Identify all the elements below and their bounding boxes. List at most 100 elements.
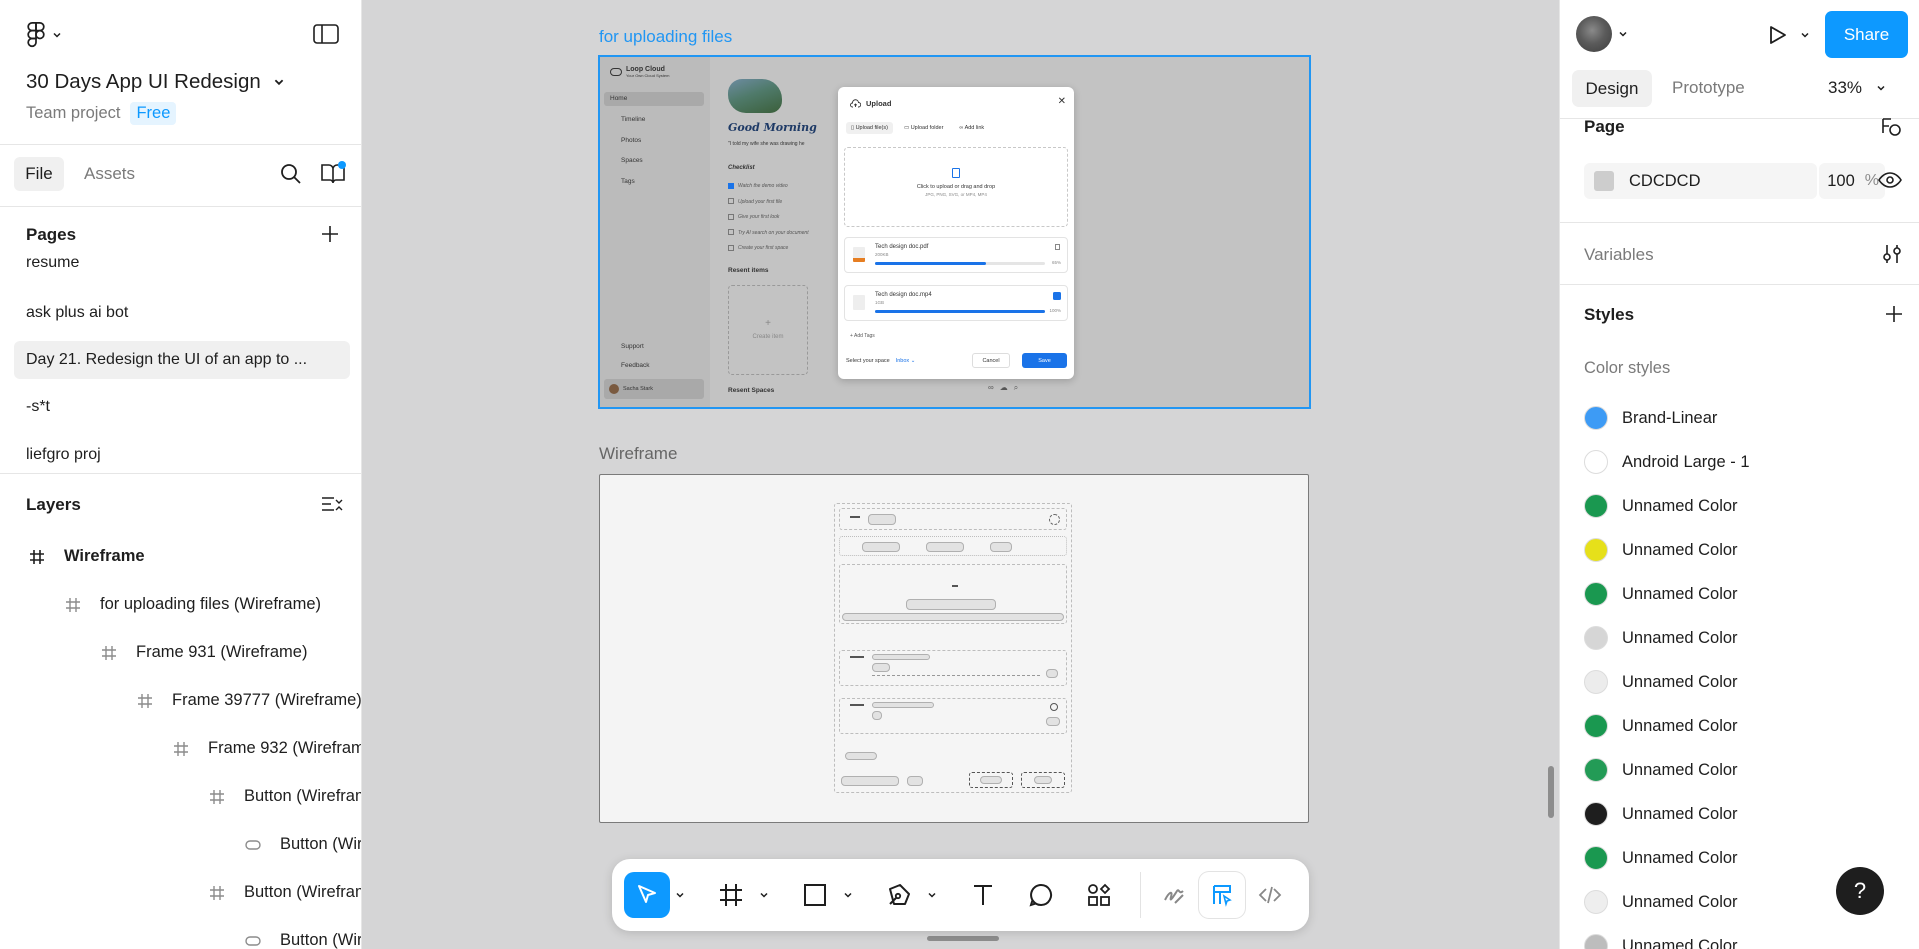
upload-frame[interactable]: Loop Cloud Your Own Cloud System Home Ti… — [598, 55, 1311, 409]
pen-tool-menu[interactable] — [922, 872, 942, 918]
divider — [0, 473, 361, 474]
layer-item[interactable]: for uploading files (Wireframe) — [64, 595, 321, 614]
canvas[interactable]: for uploading files Loop Cloud Your Own … — [362, 0, 1559, 949]
present-menu[interactable] — [1800, 30, 1810, 40]
library-button[interactable] — [320, 161, 346, 185]
color-style-item[interactable]: Brand-Linear — [1584, 406, 1717, 430]
page-item[interactable]: resume — [26, 254, 79, 272]
user-menu-button[interactable] — [1576, 16, 1628, 52]
frame-icon — [172, 740, 190, 758]
layer-item[interactable]: Frame 39777 (Wireframe) — [136, 691, 361, 710]
checkbox-checked-icon — [1053, 292, 1061, 300]
search-icon: ⌕ — [1013, 383, 1019, 392]
layer-item[interactable]: Frame 931 (Wireframe) — [100, 643, 307, 662]
layer-label: Button (Wireframe) — [244, 883, 361, 901]
color-style-item[interactable]: Unnamed Color — [1584, 538, 1738, 562]
add-page-button[interactable] — [320, 224, 340, 244]
frame-tool-button[interactable] — [708, 872, 754, 918]
design-mode-button[interactable] — [1199, 872, 1245, 918]
page-settings-button[interactable] — [1880, 117, 1902, 137]
horizontal-scrollbar[interactable] — [927, 936, 999, 941]
color-style-item[interactable]: Unnamed Color — [1584, 890, 1738, 914]
collapse-layers-button[interactable] — [321, 496, 343, 514]
text-tool-button[interactable] — [960, 872, 1006, 918]
help-label: ? — [1853, 878, 1867, 903]
progress-percent: 65% — [1051, 260, 1061, 265]
layer-item[interactable]: Frame 932 (Wireframe) — [172, 739, 361, 758]
page-color-value: CDCDCD — [1629, 171, 1701, 190]
variables-title[interactable]: Variables — [1584, 245, 1654, 265]
tab-prototype[interactable]: Prototype — [1672, 78, 1745, 98]
shape-tool-menu[interactable] — [838, 872, 858, 918]
color-style-item[interactable]: Unnamed Color — [1584, 582, 1738, 606]
help-button[interactable]: ? — [1836, 867, 1884, 915]
color-style-item[interactable]: Unnamed Color — [1584, 626, 1738, 650]
tab-design[interactable]: Design — [1572, 70, 1652, 107]
frame-icon — [28, 548, 46, 566]
frame-label[interactable]: for uploading files — [599, 27, 732, 47]
checklist-label: Try AI search on your document — [738, 229, 809, 236]
wireframe-file-row — [839, 698, 1067, 734]
color-style-item[interactable]: Unnamed Color — [1584, 846, 1738, 870]
variables-button[interactable] — [1882, 243, 1902, 265]
layers-title: Layers — [26, 495, 81, 514]
pen-tool-button[interactable] — [876, 872, 922, 918]
tab-file[interactable]: File — [14, 157, 64, 191]
layer-item[interactable]: Button (Wireframe) — [244, 931, 361, 949]
save-button: Save — [1022, 353, 1067, 368]
color-style-item[interactable]: Unnamed Color — [1584, 670, 1738, 694]
color-style-item[interactable]: Unnamed Color — [1584, 758, 1738, 782]
modal-tab: ∞ Add link — [954, 122, 989, 134]
wireframe-dropzone — [839, 564, 1067, 624]
color-style-item[interactable]: Unnamed Color — [1584, 802, 1738, 826]
comment-tool-button[interactable] — [1018, 872, 1064, 918]
layer-item[interactable]: Button (Wireframe) — [244, 835, 362, 854]
add-style-button[interactable] — [1884, 304, 1904, 324]
shape-tool-button[interactable] — [792, 872, 838, 918]
color-style-name: Unnamed Color — [1622, 628, 1738, 647]
share-button[interactable]: Share — [1825, 11, 1908, 58]
page-settings-icon — [1882, 118, 1901, 136]
toggle-sidebar-button[interactable] — [313, 24, 339, 44]
wireframe-file-row — [839, 650, 1067, 686]
link-icon: ∞ — [988, 383, 994, 392]
layer-item[interactable]: Wireframe — [28, 547, 145, 566]
folder-icon: ▭ — [903, 125, 911, 131]
app-brand-sub: Your Own Cloud System — [626, 73, 670, 78]
figma-menu-button[interactable] — [26, 22, 62, 48]
page-color-field[interactable]: CDCDCD — [1584, 163, 1817, 199]
toggle-visibility-button[interactable] — [1878, 171, 1902, 189]
share-label: Share — [1843, 24, 1890, 44]
present-button[interactable] — [1766, 24, 1788, 46]
move-tool-menu[interactable] — [670, 872, 690, 918]
tab-assets[interactable]: Assets — [84, 164, 135, 184]
color-style-item[interactable]: Unnamed Color — [1584, 714, 1738, 738]
layer-item[interactable]: Button (Wireframe) — [208, 787, 361, 806]
frame-label[interactable]: Wireframe — [599, 444, 677, 464]
page-item[interactable]: liefgro proj — [26, 446, 101, 464]
color-style-item[interactable]: Unnamed Color — [1584, 934, 1738, 949]
wireframe-frame[interactable] — [599, 474, 1309, 823]
layer-item[interactable]: Button (Wireframe) — [208, 883, 361, 902]
trash-icon — [1055, 244, 1060, 250]
page-item[interactable]: ask plus ai bot — [26, 304, 128, 322]
search-button[interactable] — [280, 163, 302, 185]
page-item[interactable]: -s*t — [26, 398, 50, 416]
move-tool-button[interactable] — [624, 872, 670, 918]
color-style-item[interactable]: Unnamed Color — [1584, 494, 1738, 518]
zoom-dropdown[interactable]: 33% — [1828, 78, 1886, 98]
page-opacity-field[interactable]: 100 % — [1819, 163, 1885, 199]
vertical-scrollbar[interactable] — [1548, 766, 1554, 818]
frame-tool-menu[interactable] — [754, 872, 774, 918]
wireframe-tags — [845, 752, 877, 760]
layer-label: Button (Wireframe) — [280, 835, 362, 853]
plan-badge[interactable]: Free — [130, 102, 177, 125]
dev-mode-button[interactable] — [1247, 872, 1293, 918]
actions-tool-button[interactable] — [1076, 872, 1122, 918]
modal-tab: ▭ Upload folder — [899, 122, 948, 134]
cancel-button: Cancel — [972, 353, 1010, 368]
modal-tab-label: Upload file(s) — [855, 125, 888, 131]
file-title-button[interactable]: 30 Days App UI Redesign — [26, 70, 285, 94]
draw-mode-button[interactable] — [1151, 872, 1197, 918]
color-style-item[interactable]: Android Large - 1 — [1584, 450, 1750, 474]
